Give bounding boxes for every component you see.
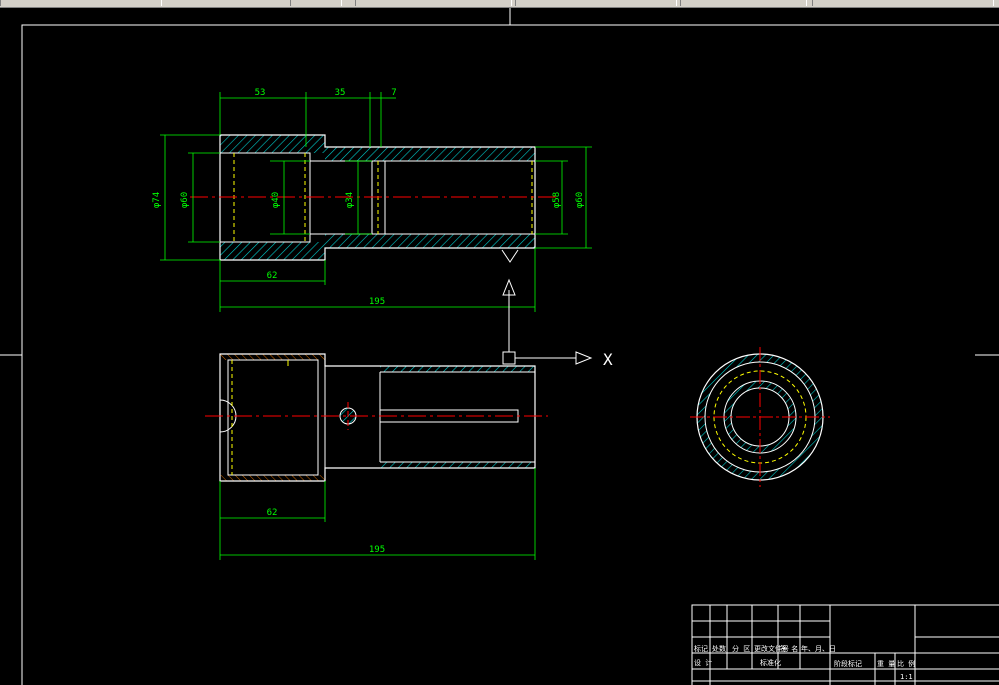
- lower-dim-bottom-total: 195: [369, 545, 385, 555]
- tb-stage-1: 重 量: [877, 660, 895, 668]
- front-dim-left-outer: φ74: [152, 192, 162, 208]
- front-dim-top-2: 35: [335, 88, 346, 98]
- lineweight-dropdown[interactable]: [812, 0, 994, 6]
- lower-inner-outline: [227, 359, 535, 476]
- front-dim-mid-1: φ40: [271, 192, 281, 208]
- hatch-mid-top: [325, 147, 535, 161]
- front-dim-bottom-total: 195: [369, 297, 385, 307]
- lower-hatch-top: [220, 354, 325, 360]
- hatch-left-top: [220, 135, 325, 153]
- front-dim-right-inner: φ58: [552, 192, 562, 208]
- tb-label-0: 标记: [694, 644, 708, 653]
- front-dim-left-inner: φ60: [180, 192, 190, 208]
- front-dim-top-1: 53: [255, 88, 266, 98]
- linetype-dropdown[interactable]: [680, 0, 807, 6]
- front-dim-top-3: 7: [391, 88, 396, 98]
- lower-section-view[interactable]: 62 195: [205, 353, 548, 560]
- tb-label-4: 签 名: [780, 644, 798, 653]
- toolbar-dropdown[interactable]: [290, 0, 342, 6]
- hatch-mid-bottom: [325, 234, 535, 248]
- front-dim-bottom-1: 62: [267, 271, 278, 281]
- lower-hatch-bottom: [220, 475, 325, 481]
- tb-scale: 1:1: [900, 673, 913, 681]
- drawing-frame: [21, 24, 999, 685]
- front-dim-right-outer: φ60: [575, 192, 585, 208]
- color-dropdown[interactable]: [515, 0, 677, 6]
- ucs-icon: [502, 278, 593, 365]
- layer-dropdown[interactable]: [355, 0, 512, 6]
- tb-stage-2: 比 例: [897, 659, 915, 668]
- lower-hatch-top-right: [380, 366, 535, 372]
- tb-label-1: 处数: [712, 644, 726, 653]
- side-view[interactable]: [690, 347, 830, 487]
- front-dim-mid-2: φ34: [345, 192, 355, 208]
- tb-row2-label: 设 计: [694, 658, 712, 667]
- tb-label-2: 分 区: [732, 644, 750, 653]
- hatch-left-bottom: [220, 242, 325, 260]
- ucs-x-label: X: [603, 350, 613, 369]
- tb-row2-mid: 标准化: [760, 658, 781, 667]
- surface-finish-symbol: [501, 249, 519, 263]
- drawing-canvas[interactable]: 53 35 7 φ74 φ60 φ40 φ34 φ58 φ60 62 195 X…: [0, 8, 999, 685]
- window-toolbar: [0, 0, 999, 8]
- front-section-view[interactable]: 53 35 7 φ74 φ60 φ40 φ34 φ58 φ60 62 195: [152, 88, 592, 312]
- tb-stage-0: 阶段标记: [834, 659, 862, 668]
- lower-hatch-bottom-right: [380, 462, 535, 468]
- lower-dim-bottom-1: 62: [267, 508, 278, 518]
- tb-label-5: 年、月、日: [801, 644, 836, 653]
- toolbar-icons[interactable]: [0, 0, 162, 6]
